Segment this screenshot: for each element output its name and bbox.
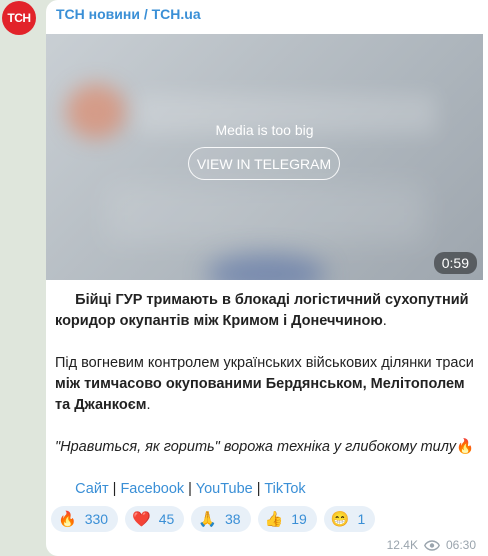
view-in-telegram-button[interactable]: VIEW IN TELEGRAM <box>188 147 340 180</box>
separator: | <box>188 481 192 497</box>
reaction-thumbs-up[interactable]: 👍 19 <box>257 506 317 532</box>
video-duration: 0:59 <box>433 252 477 274</box>
reaction-heart[interactable]: ❤️ 45 <box>125 506 185 532</box>
fire-emoji: 🔥 <box>456 439 475 455</box>
message-bubble: ТСН новини / TCH.ua Media is too big VIE… <box>46 0 488 556</box>
link-tiktok[interactable]: TikTok <box>264 481 305 497</box>
channel-avatar[interactable]: ТСН <box>2 1 36 35</box>
link-site[interactable]: Сайт <box>75 481 108 497</box>
separator: | <box>256 481 261 497</box>
reaction-count: 330 <box>84 511 109 527</box>
reaction-fire[interactable]: 🔥 330 <box>51 506 119 532</box>
punctuation: . <box>382 313 387 329</box>
message-meta: 12.4K 06:30 <box>387 538 476 552</box>
thumbs-up-icon: 👍 <box>264 510 284 528</box>
reaction-pray[interactable]: 🙏 38 <box>191 506 251 532</box>
separator: | <box>112 481 117 497</box>
grin-icon: 😁 <box>330 510 350 528</box>
post-italic-text: "Нравиться, як горить" ворожа техніка у … <box>55 439 457 455</box>
reaction-count: 1 <box>357 511 366 527</box>
punctuation: . <box>146 397 151 413</box>
post-paragraph-3: "Нравиться, як горить" ворожа техніка у … <box>55 437 480 458</box>
video-preview[interactable]: Media is too big VIEW IN TELEGRAM 0:59 <box>46 34 483 280</box>
blur-shape <box>206 254 326 280</box>
link-youtube[interactable]: YouTube <box>196 481 253 497</box>
heart-icon: ❤️ <box>132 510 151 528</box>
channel-name[interactable]: ТСН новини / TCH.ua <box>56 6 201 22</box>
reaction-grin[interactable]: 😁 1 <box>323 506 376 532</box>
post-paragraph-2: Під вогневим контролем українських війсь… <box>55 353 480 416</box>
view-count: 12.4K <box>386 538 418 552</box>
post-bold-text: між тимчасово окупованими Бердянськом, М… <box>55 376 465 413</box>
post-text: Бійці ГУР тримають в блокаді логістичний… <box>55 290 480 500</box>
pray-icon: 🙏 <box>198 510 217 528</box>
post-plain-text: Під вогневим контролем українських війсь… <box>55 355 474 371</box>
reaction-count: 38 <box>225 511 241 527</box>
link-facebook[interactable]: Facebook <box>120 481 184 497</box>
eye-icon <box>424 539 440 551</box>
post-bold-text: Бійці ГУР тримають в блокаді логістичний… <box>55 292 469 329</box>
reaction-count: 19 <box>291 511 307 527</box>
post-links: Сайт | Facebook | YouTube | TikTok <box>55 479 480 500</box>
avatar-text: ТСН <box>7 11 31 25</box>
blur-shape <box>106 184 426 244</box>
fire-icon: 🔥 <box>58 510 77 528</box>
post-paragraph-1: Бійці ГУР тримають в блокаді логістичний… <box>55 290 480 332</box>
post-time: 06:30 <box>445 538 476 552</box>
media-too-big-note: Media is too big <box>215 122 314 138</box>
reaction-count: 45 <box>158 511 175 527</box>
reactions-bar: 🔥 330 ❤️ 45 🙏 38 👍 19 😁 1 <box>51 506 376 532</box>
